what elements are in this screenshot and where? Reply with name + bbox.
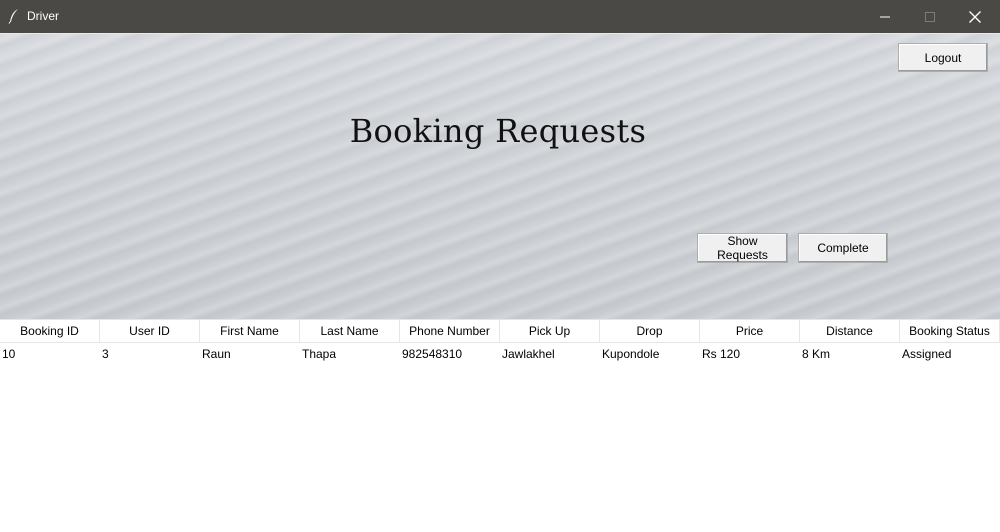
column-header-user-id[interactable]: User ID <box>100 320 200 343</box>
column-header-last-name[interactable]: Last Name <box>300 320 400 343</box>
column-header-distance[interactable]: Distance <box>800 320 900 343</box>
close-button[interactable] <box>952 0 998 33</box>
cell-distance: 8 Km <box>802 347 831 361</box>
booking-table[interactable]: Booking ID User ID First Name Last Name … <box>0 319 1000 532</box>
close-icon <box>969 10 981 23</box>
maximize-icon <box>925 11 935 22</box>
column-header-booking-id[interactable]: Booking ID <box>0 320 100 343</box>
header-banner: Logout Booking Requests Show Requests Co… <box>0 33 1000 320</box>
feather-icon <box>8 8 20 24</box>
column-header-first-name[interactable]: First Name <box>200 320 300 343</box>
maximize-button[interactable] <box>907 0 953 33</box>
driver-window: Driver Logout Booking Requests Show Requ… <box>0 0 1000 532</box>
cell-user-id: 3 <box>102 347 109 361</box>
cell-booking-status: Assigned <box>902 347 952 361</box>
cell-booking-id: 10 <box>2 347 16 361</box>
minimize-icon <box>880 16 890 17</box>
minimize-button[interactable] <box>862 0 908 33</box>
complete-button[interactable]: Complete <box>798 233 888 263</box>
window-title: Driver <box>27 9 59 23</box>
column-header-booking-status[interactable]: Booking Status <box>900 320 1000 343</box>
cell-price: Rs 120 <box>702 347 741 361</box>
cell-phone-number: 982548310 <box>402 347 463 361</box>
column-header-price[interactable]: Price <box>700 320 800 343</box>
page-title: Booking Requests <box>349 112 647 150</box>
column-header-pick-up[interactable]: Pick Up <box>500 320 600 343</box>
cell-first-name: Raun <box>202 347 231 361</box>
cell-drop: Kupondole <box>602 347 660 361</box>
cell-pick-up: Jawlakhel <box>502 347 555 361</box>
logout-button[interactable]: Logout <box>898 43 988 72</box>
show-requests-button[interactable]: Show Requests <box>697 233 788 263</box>
table-row[interactable]: 10 3 Raun Thapa 982548310 Jawlakhel Kupo… <box>0 343 1000 365</box>
column-header-drop[interactable]: Drop <box>600 320 700 343</box>
table-header: Booking ID User ID First Name Last Name … <box>0 319 1000 343</box>
column-header-phone-number[interactable]: Phone Number <box>400 320 500 343</box>
title-bar[interactable]: Driver <box>0 0 1000 33</box>
cell-last-name: Thapa <box>302 347 337 361</box>
